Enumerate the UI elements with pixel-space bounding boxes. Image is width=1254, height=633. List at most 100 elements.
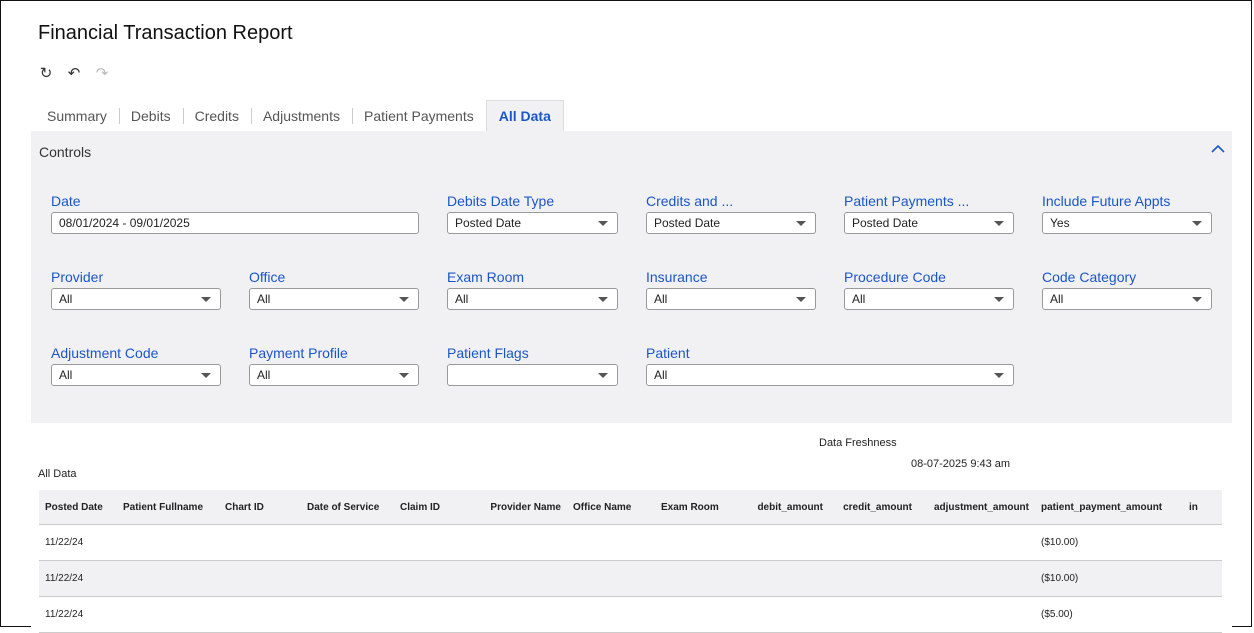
column-header[interactable]: Patient Fullname — [117, 490, 219, 525]
tab-patient-payments[interactable]: Patient Payments — [352, 100, 486, 131]
tab-bar: Summary Debits Credits Adjustments Patie… — [38, 100, 564, 131]
code-category-value: All — [1050, 292, 1064, 306]
table-row[interactable]: 11/22/24 ($10.00) — [39, 560, 1222, 597]
insurance-value: All — [654, 292, 668, 306]
table-caption: All Data — [38, 468, 77, 480]
column-header[interactable]: Exam Room — [655, 490, 743, 525]
patient-payment-amount-cell: ($5.00) — [1035, 596, 1183, 633]
debits-date-type-value: Posted Date — [455, 216, 522, 230]
filter-debits-date-type-label: Debits Date Type — [447, 193, 555, 209]
redo-icon[interactable]: ↷ — [94, 66, 110, 82]
office-value: All — [257, 292, 271, 306]
caret-down-icon — [994, 221, 1004, 226]
filter-procedure-code-label: Procedure Code — [844, 269, 946, 285]
credits-and-select[interactable]: Posted Date — [646, 212, 816, 234]
filter-exam-room-label: Exam Room — [447, 269, 525, 285]
caret-down-icon — [1192, 297, 1202, 302]
insurance-select[interactable]: All — [646, 288, 816, 310]
column-header[interactable]: adjustment_amount — [918, 490, 1035, 525]
filter-adjustment-code: Adjustment Code All — [51, 345, 221, 386]
filter-office: Office All — [249, 269, 419, 310]
chevron-up-icon[interactable] — [1210, 141, 1226, 157]
filter-credits-and-label: Credits and ... — [646, 193, 734, 209]
procedure-code-value: All — [852, 292, 866, 306]
date-range-value: 08/01/2024 - 09/01/2025 — [59, 216, 190, 230]
caret-down-icon — [399, 373, 409, 378]
adjustment-code-value: All — [59, 368, 73, 382]
caret-down-icon — [796, 297, 806, 302]
date-range-input[interactable]: 08/01/2024 - 09/01/2025 — [51, 212, 419, 234]
provider-value: All — [59, 292, 73, 306]
column-header[interactable]: Provider Name — [476, 490, 567, 525]
include-future-appts-value: Yes — [1050, 216, 1070, 230]
filter-office-label: Office — [249, 269, 286, 285]
patient-flags-select[interactable] — [447, 364, 618, 386]
office-select[interactable]: All — [249, 288, 419, 310]
column-header[interactable]: Chart ID — [219, 490, 301, 525]
payment-profile-select[interactable]: All — [249, 364, 419, 386]
tab-all-data[interactable]: All Data — [485, 100, 564, 131]
patient-value: All — [654, 368, 668, 382]
filter-provider: Provider All — [51, 269, 221, 310]
caret-down-icon — [1192, 221, 1202, 226]
debits-date-type-select[interactable]: Posted Date — [447, 212, 618, 234]
caret-down-icon — [598, 373, 608, 378]
credits-and-value: Posted Date — [654, 216, 721, 230]
caret-down-icon — [201, 297, 211, 302]
filter-credits-and: Credits and ... Posted Date — [646, 193, 816, 234]
caret-down-icon — [796, 221, 806, 226]
filter-insurance-label: Insurance — [646, 269, 708, 285]
filter-patient-payments-label: Patient Payments ... — [844, 193, 970, 209]
table-header-row: Posted Date Patient Fullname Chart ID Da… — [39, 490, 1222, 525]
posted-date-cell: 11/22/24 — [39, 596, 117, 633]
controls-panel: Controls Date 08/01/2024 - 09/01/2025 De… — [31, 131, 1232, 423]
undo-icon[interactable]: ↶ — [66, 66, 82, 82]
data-freshness-value: 08-07-2025 9:43 am — [911, 458, 1011, 470]
patient-payments-select[interactable]: Posted Date — [844, 212, 1014, 234]
filter-exam-room: Exam Room All — [447, 269, 618, 310]
posted-date-cell: 11/22/24 — [39, 560, 117, 597]
filter-insurance: Insurance All — [646, 269, 816, 310]
caret-down-icon — [994, 373, 1004, 378]
table-row[interactable]: 11/22/24 ($10.00) — [39, 524, 1222, 561]
exam-room-select[interactable]: All — [447, 288, 618, 310]
column-header[interactable]: in — [1183, 490, 1222, 525]
filter-include-future-appts-label: Include Future Appts — [1042, 193, 1171, 209]
column-header[interactable]: Posted Date — [39, 490, 117, 525]
include-future-appts-select[interactable]: Yes — [1042, 212, 1212, 234]
filter-code-category: Code Category All — [1042, 269, 1212, 310]
filter-procedure-code: Procedure Code All — [844, 269, 1014, 310]
filter-include-future-appts: Include Future Appts Yes — [1042, 193, 1212, 234]
column-header[interactable]: Date of Service — [301, 490, 394, 525]
posted-date-cell: 11/22/24 — [39, 524, 117, 561]
table-row[interactable]: 11/22/24 ($5.00) — [39, 596, 1222, 633]
patient-select[interactable]: All — [646, 364, 1014, 386]
tab-credits[interactable]: Credits — [182, 100, 251, 131]
filter-date-label: Date — [51, 193, 81, 209]
code-category-select[interactable]: All — [1042, 288, 1212, 310]
filter-payment-profile-label: Payment Profile — [249, 345, 348, 361]
tab-debits[interactable]: Debits — [118, 100, 183, 131]
column-header[interactable]: patient_payment_amount — [1035, 490, 1183, 525]
filter-adjustment-code-label: Adjustment Code — [51, 345, 159, 361]
data-table: Posted Date Patient Fullname Chart ID Da… — [39, 490, 1222, 633]
tab-summary[interactable]: Summary — [38, 100, 119, 131]
column-header[interactable]: debit_amount — [743, 490, 829, 525]
adjustment-code-select[interactable]: All — [51, 364, 221, 386]
column-header[interactable]: Office Name — [567, 490, 655, 525]
payment-profile-value: All — [257, 368, 271, 382]
column-header[interactable]: Claim ID — [394, 490, 476, 525]
provider-select[interactable]: All — [51, 288, 221, 310]
column-header[interactable]: credit_amount — [829, 490, 918, 525]
data-freshness-label: Data Freshness — [819, 437, 897, 449]
reset-icon[interactable]: ↻ — [38, 66, 54, 82]
caret-down-icon — [399, 297, 409, 302]
tab-adjustments[interactable]: Adjustments — [250, 100, 352, 131]
procedure-code-select[interactable]: All — [844, 288, 1014, 310]
page-title: Financial Transaction Report — [38, 22, 293, 44]
caret-down-icon — [598, 221, 608, 226]
exam-room-value: All — [455, 292, 469, 306]
filter-patient-flags-label: Patient Flags — [447, 345, 529, 361]
filter-patient-label: Patient — [646, 345, 690, 361]
filter-patient-payments: Patient Payments ... Posted Date — [844, 193, 1014, 234]
